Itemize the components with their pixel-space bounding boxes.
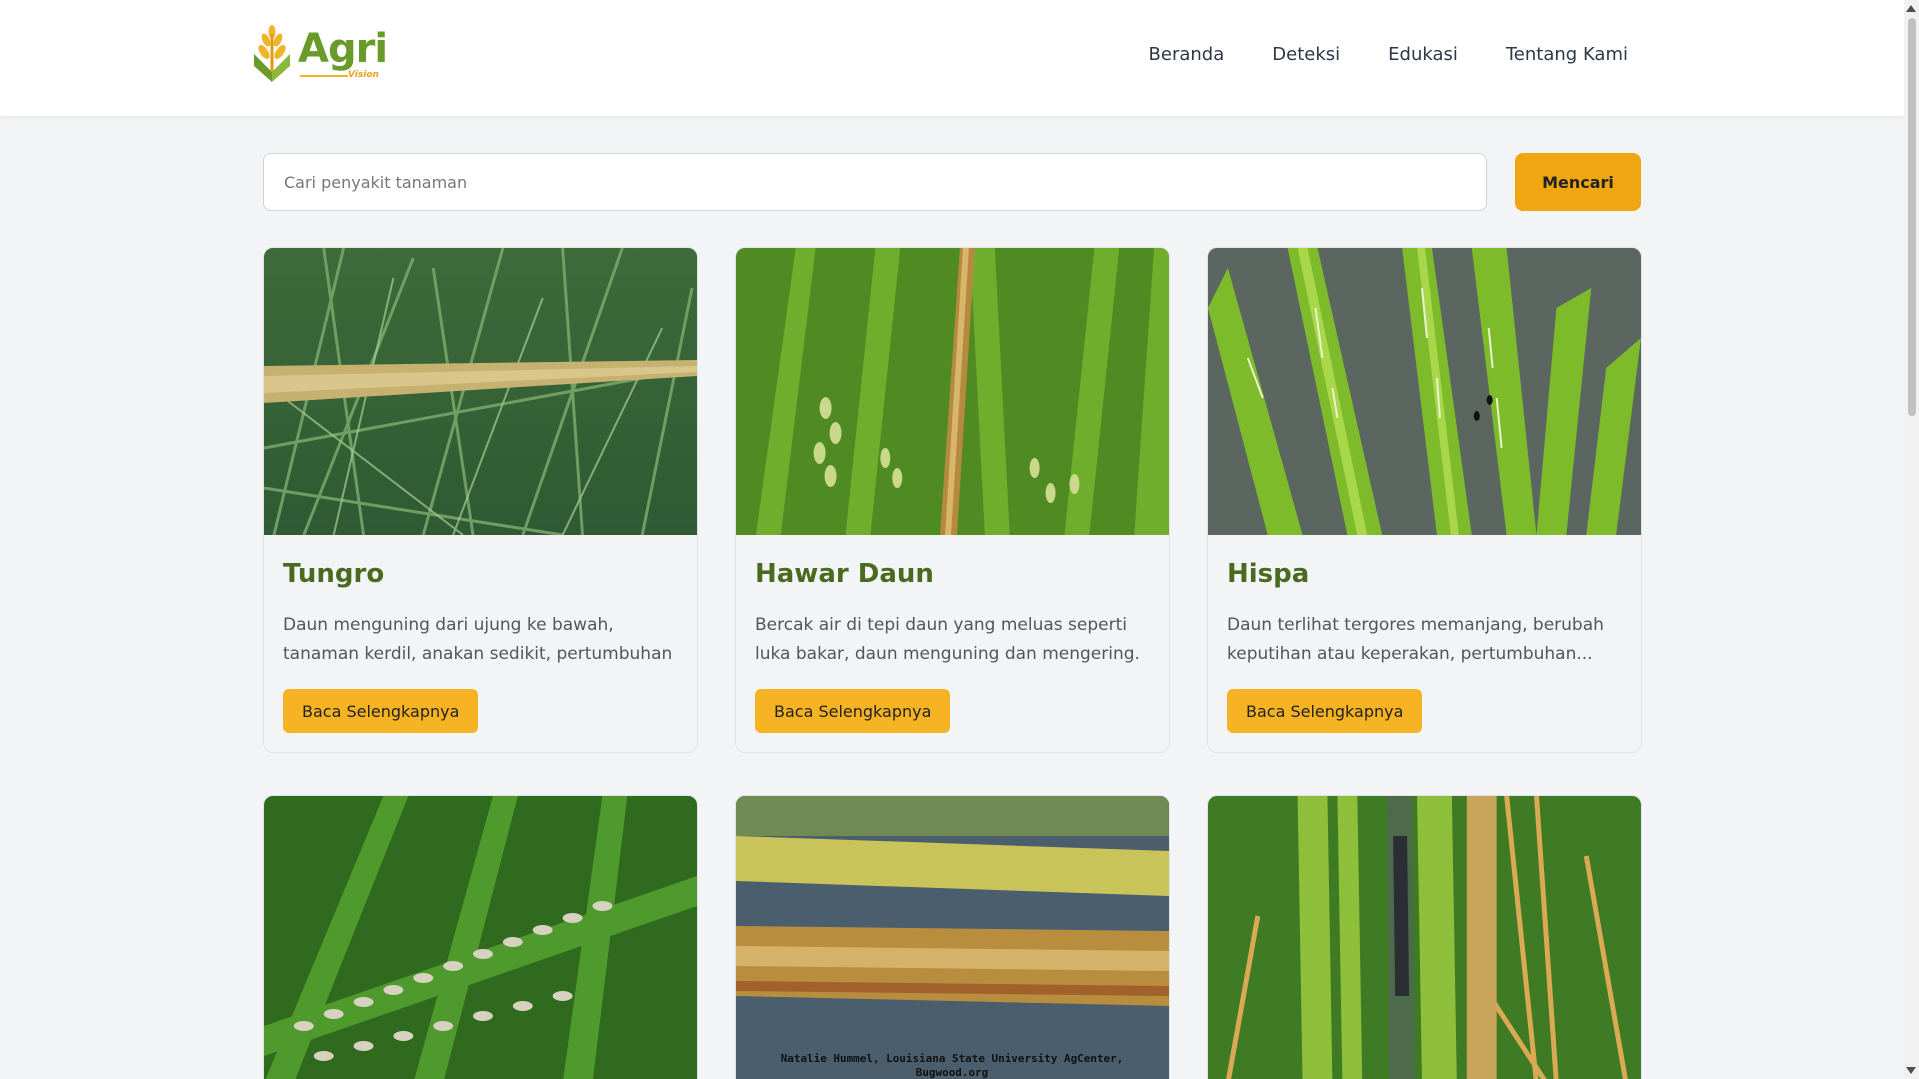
hispa-image: [1208, 248, 1641, 535]
logo-subtitle: Vision: [348, 70, 379, 80]
nav-beranda[interactable]: Beranda: [1149, 44, 1225, 65]
stem-rot-image: [1208, 796, 1641, 1079]
search-button[interactable]: Mencari: [1515, 153, 1641, 211]
disease-card-tungro: Tungro Daun menguning dari ujung ke bawa…: [263, 247, 698, 753]
header: Agri Vision Beranda Deteksi Edukasi Tent…: [0, 0, 1904, 116]
rice-panicle-image: [264, 796, 697, 1079]
logo-text: Agri Vision: [298, 24, 388, 84]
card-body: Hispa Daun terlihat tergores memanjang, …: [1208, 535, 1641, 752]
tungro-image: [264, 248, 697, 535]
card-title: Hispa: [1227, 559, 1310, 589]
scroll-down-icon[interactable]: [1906, 1067, 1916, 1074]
read-more-button[interactable]: Baca Selengkapnya: [755, 689, 951, 733]
card-body: Tungro Daun menguning dari ujung ke bawa…: [264, 535, 697, 752]
card-description: Daun terlihat tergores memanjang, beruba…: [1227, 615, 1604, 664]
scroll-up-icon[interactable]: [1906, 5, 1916, 12]
card-title: Tungro: [283, 559, 385, 589]
photo-credit-line1: Natalie Hummel, Louisiana State Universi…: [781, 1052, 1124, 1065]
nav-tentang-kami[interactable]: Tentang Kami: [1506, 44, 1628, 65]
read-more-button[interactable]: Baca Selengkapnya: [283, 689, 479, 733]
photo-credit-line2: Bugwood.org: [916, 1066, 988, 1079]
main-nav: Beranda Deteksi Edukasi Tentang Kami: [1149, 44, 1628, 65]
leaf-sheath-image: Natalie Hummel, Louisiana State Universi…: [736, 796, 1169, 1079]
logo-underline: [300, 75, 348, 77]
card-title: Hawar Daun: [755, 559, 934, 589]
nav-edukasi[interactable]: Edukasi: [1388, 44, 1458, 65]
disease-card-row2-2: Natalie Hummel, Louisiana State Universi…: [735, 795, 1170, 1079]
agrivision-logo[interactable]: Agri Vision: [248, 24, 388, 84]
logo-word: Agri: [298, 26, 388, 72]
card-description: Bercak air di tepi daun yang meluas sepe…: [755, 615, 1140, 664]
scroll-thumb[interactable]: [1908, 18, 1916, 416]
search-input[interactable]: [263, 153, 1487, 211]
card-body: Hawar Daun Bercak air di tepi daun yang …: [736, 535, 1169, 752]
hawar-daun-image: [736, 248, 1169, 535]
disease-card-row2-3: [1207, 795, 1642, 1079]
card-description: Daun menguning dari ujung ke bawah, tana…: [283, 615, 673, 664]
disease-card-row2-1: [263, 795, 698, 1079]
wheat-leaf-icon: [254, 25, 290, 82]
page-scrollbar[interactable]: [1904, 0, 1919, 1079]
disease-card-hispa: Hispa Daun terlihat tergores memanjang, …: [1207, 247, 1642, 753]
disease-card-hawar-daun: Hawar Daun Bercak air di tepi daun yang …: [735, 247, 1170, 753]
nav-deteksi[interactable]: Deteksi: [1272, 44, 1340, 65]
read-more-button[interactable]: Baca Selengkapnya: [1227, 689, 1423, 733]
